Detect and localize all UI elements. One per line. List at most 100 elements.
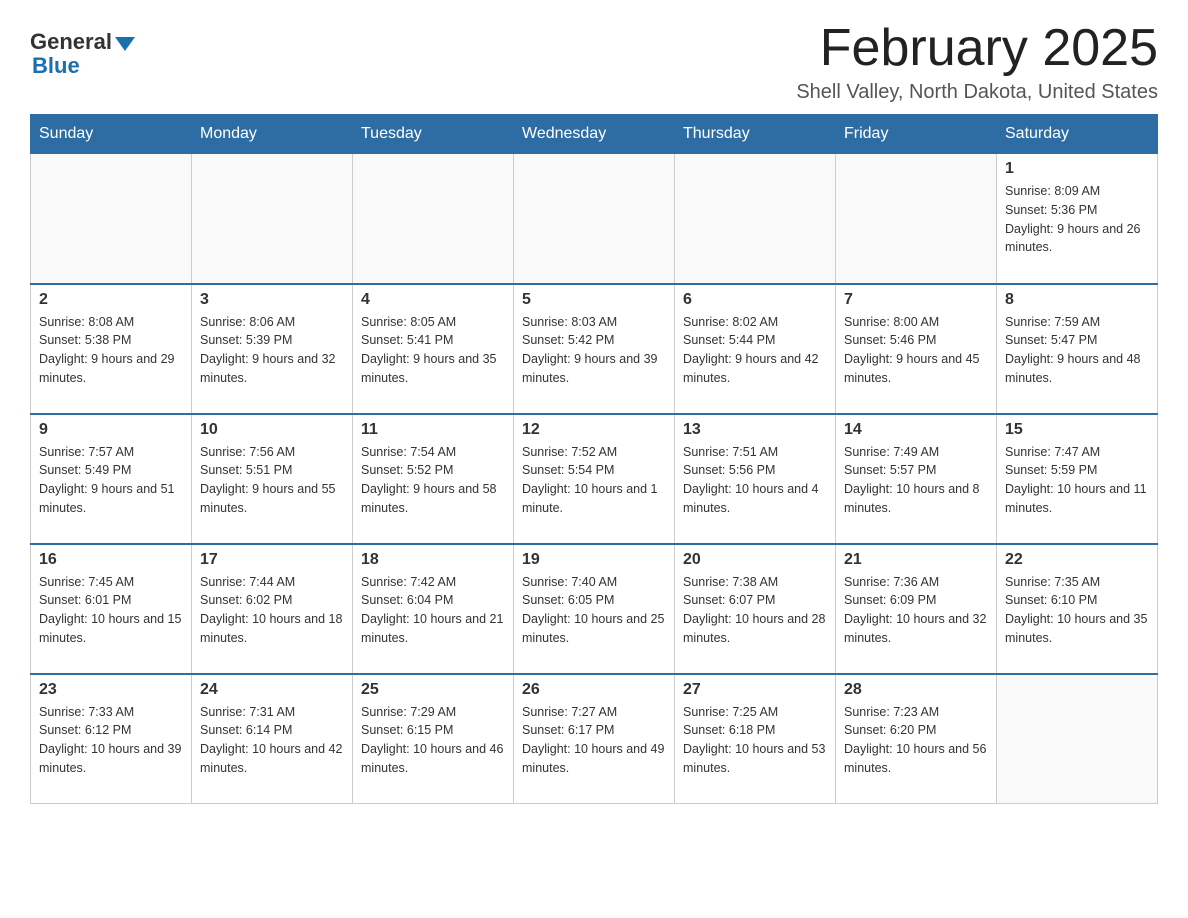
calendar-header-row: Sunday Monday Tuesday Wednesday Thursday… (31, 115, 1158, 154)
day-number: 4 (361, 291, 505, 309)
col-monday: Monday (192, 115, 353, 154)
table-row (997, 674, 1158, 804)
table-row: 14 Sunrise: 7:49 AMSunset: 5:57 PMDayligh… (836, 414, 997, 544)
table-row: 18 Sunrise: 7:42 AMSunset: 6:04 PMDayligh… (353, 544, 514, 674)
table-row: 5 Sunrise: 8:03 AMSunset: 5:42 PMDaylight… (514, 284, 675, 414)
day-number: 10 (200, 421, 344, 439)
day-number: 21 (844, 551, 988, 569)
table-row: 13Sunrise: 7:51 AMSunset: 5:56 PMDayligh… (675, 414, 836, 544)
table-row: 15Sunrise: 7:47 AMSunset: 5:59 PMDayligh… (997, 414, 1158, 544)
day-info: Sunrise: 7:27 AMSunset: 6:17 PMDaylight:… (522, 703, 666, 778)
table-row: 17 Sunrise: 7:44 AMSunset: 6:02 PMDayligh… (192, 544, 353, 674)
table-row: 21 Sunrise: 7:36 AMSunset: 6:09 PMDayligh… (836, 544, 997, 674)
table-row: 24Sunrise: 7:31 AMSunset: 6:14 PMDayligh… (192, 674, 353, 804)
table-row (192, 154, 353, 284)
day-info: Sunrise: 8:06 AMSunset: 5:39 PMDaylight:… (200, 313, 344, 388)
title-section: February 2025 Shell Valley, North Dakota… (796, 20, 1158, 104)
col-saturday: Saturday (997, 115, 1158, 154)
table-row: 16 Sunrise: 7:45 AMSunset: 6:01 PMDayligh… (31, 544, 192, 674)
calendar-table: Sunday Monday Tuesday Wednesday Thursday… (30, 114, 1158, 804)
day-number: 24 (200, 681, 344, 699)
day-info: Sunrise: 7:59 AMSunset: 5:47 PMDaylight:… (1005, 313, 1149, 388)
table-row: 4 Sunrise: 8:05 AMSunset: 5:41 PMDaylight… (353, 284, 514, 414)
day-info: Sunrise: 8:09 AMSunset: 5:36 PMDaylight:… (1005, 182, 1149, 257)
table-row: 10 Sunrise: 7:56 AMSunset: 5:51 PMDayligh… (192, 414, 353, 544)
table-row: 23 Sunrise: 7:33 AMSunset: 6:12 PMDayligh… (31, 674, 192, 804)
page-header: General Blue February 2025 Shell Valley,… (30, 20, 1158, 104)
day-info: Sunrise: 7:51 AMSunset: 5:56 PMDaylight:… (683, 443, 827, 518)
day-info: Sunrise: 7:33 AMSunset: 6:12 PMDaylight:… (39, 703, 183, 778)
day-info: Sunrise: 7:49 AMSunset: 5:57 PMDaylight:… (844, 443, 988, 518)
day-number: 18 (361, 551, 505, 569)
day-info: Sunrise: 8:00 AMSunset: 5:46 PMDaylight:… (844, 313, 988, 388)
logo: General Blue (30, 30, 135, 78)
day-number: 6 (683, 291, 827, 309)
table-row (836, 154, 997, 284)
day-number: 14 (844, 421, 988, 439)
day-number: 11 (361, 421, 505, 439)
subtitle: Shell Valley, North Dakota, United State… (796, 81, 1158, 104)
table-row: 27 Sunrise: 7:25 AMSunset: 6:18 PMDayligh… (675, 674, 836, 804)
col-friday: Friday (836, 115, 997, 154)
logo-blue-text: Blue (32, 54, 135, 78)
col-sunday: Sunday (31, 115, 192, 154)
day-info: Sunrise: 7:35 AMSunset: 6:10 PMDaylight:… (1005, 573, 1149, 648)
table-row: 2 Sunrise: 8:08 AMSunset: 5:38 PMDaylight… (31, 284, 192, 414)
table-row: 6Sunrise: 8:02 AMSunset: 5:44 PMDaylight… (675, 284, 836, 414)
day-number: 2 (39, 291, 183, 309)
col-wednesday: Wednesday (514, 115, 675, 154)
day-number: 20 (683, 551, 827, 569)
logo-general-text: General (30, 30, 112, 54)
table-row (31, 154, 192, 284)
table-row: 12 Sunrise: 7:52 AMSunset: 5:54 PMDayligh… (514, 414, 675, 544)
table-row (675, 154, 836, 284)
day-number: 8 (1005, 291, 1149, 309)
day-info: Sunrise: 8:05 AMSunset: 5:41 PMDaylight:… (361, 313, 505, 388)
day-info: Sunrise: 7:56 AMSunset: 5:51 PMDaylight:… (200, 443, 344, 518)
table-row: 22 Sunrise: 7:35 AMSunset: 6:10 PMDayligh… (997, 544, 1158, 674)
day-number: 23 (39, 681, 183, 699)
main-title: February 2025 (796, 20, 1158, 77)
day-number: 27 (683, 681, 827, 699)
table-row (353, 154, 514, 284)
day-number: 9 (39, 421, 183, 439)
table-row: 26 Sunrise: 7:27 AMSunset: 6:17 PMDayligh… (514, 674, 675, 804)
col-thursday: Thursday (675, 115, 836, 154)
day-number: 7 (844, 291, 988, 309)
day-info: Sunrise: 7:36 AMSunset: 6:09 PMDaylight:… (844, 573, 988, 648)
day-info: Sunrise: 7:57 AMSunset: 5:49 PMDaylight:… (39, 443, 183, 518)
day-info: Sunrise: 7:44 AMSunset: 6:02 PMDaylight:… (200, 573, 344, 648)
day-info: Sunrise: 7:38 AMSunset: 6:07 PMDaylight:… (683, 573, 827, 648)
table-row: 3 Sunrise: 8:06 AMSunset: 5:39 PMDaylight… (192, 284, 353, 414)
day-number: 17 (200, 551, 344, 569)
day-number: 12 (522, 421, 666, 439)
day-number: 16 (39, 551, 183, 569)
table-row: 28 Sunrise: 7:23 AMSunset: 6:20 PMDayligh… (836, 674, 997, 804)
day-info: Sunrise: 7:52 AMSunset: 5:54 PMDaylight:… (522, 443, 666, 518)
day-info: Sunrise: 7:23 AMSunset: 6:20 PMDaylight:… (844, 703, 988, 778)
day-number: 19 (522, 551, 666, 569)
day-info: Sunrise: 8:08 AMSunset: 5:38 PMDaylight:… (39, 313, 183, 388)
logo-triangle-icon (115, 37, 135, 51)
day-info: Sunrise: 8:03 AMSunset: 5:42 PMDaylight:… (522, 313, 666, 388)
table-row: 8 Sunrise: 7:59 AMSunset: 5:47 PMDaylight… (997, 284, 1158, 414)
table-row: 25Sunrise: 7:29 AMSunset: 6:15 PMDayligh… (353, 674, 514, 804)
table-row: 20 Sunrise: 7:38 AMSunset: 6:07 PMDayligh… (675, 544, 836, 674)
table-row: 7 Sunrise: 8:00 AMSunset: 5:46 PMDaylight… (836, 284, 997, 414)
day-number: 28 (844, 681, 988, 699)
day-info: Sunrise: 7:42 AMSunset: 6:04 PMDaylight:… (361, 573, 505, 648)
table-row: 9 Sunrise: 7:57 AMSunset: 5:49 PMDaylight… (31, 414, 192, 544)
table-row: 19 Sunrise: 7:40 AMSunset: 6:05 PMDayligh… (514, 544, 675, 674)
day-info: Sunrise: 7:45 AMSunset: 6:01 PMDaylight:… (39, 573, 183, 648)
day-info: Sunrise: 7:25 AMSunset: 6:18 PMDaylight:… (683, 703, 827, 778)
day-number: 22 (1005, 551, 1149, 569)
day-number: 26 (522, 681, 666, 699)
table-row: 1 Sunrise: 8:09 AMSunset: 5:36 PMDaylight… (997, 154, 1158, 284)
col-tuesday: Tuesday (353, 115, 514, 154)
day-number: 3 (200, 291, 344, 309)
day-number: 5 (522, 291, 666, 309)
day-info: Sunrise: 7:40 AMSunset: 6:05 PMDaylight:… (522, 573, 666, 648)
table-row: 11Sunrise: 7:54 AMSunset: 5:52 PMDayligh… (353, 414, 514, 544)
day-number: 1 (1005, 160, 1149, 178)
day-number: 25 (361, 681, 505, 699)
